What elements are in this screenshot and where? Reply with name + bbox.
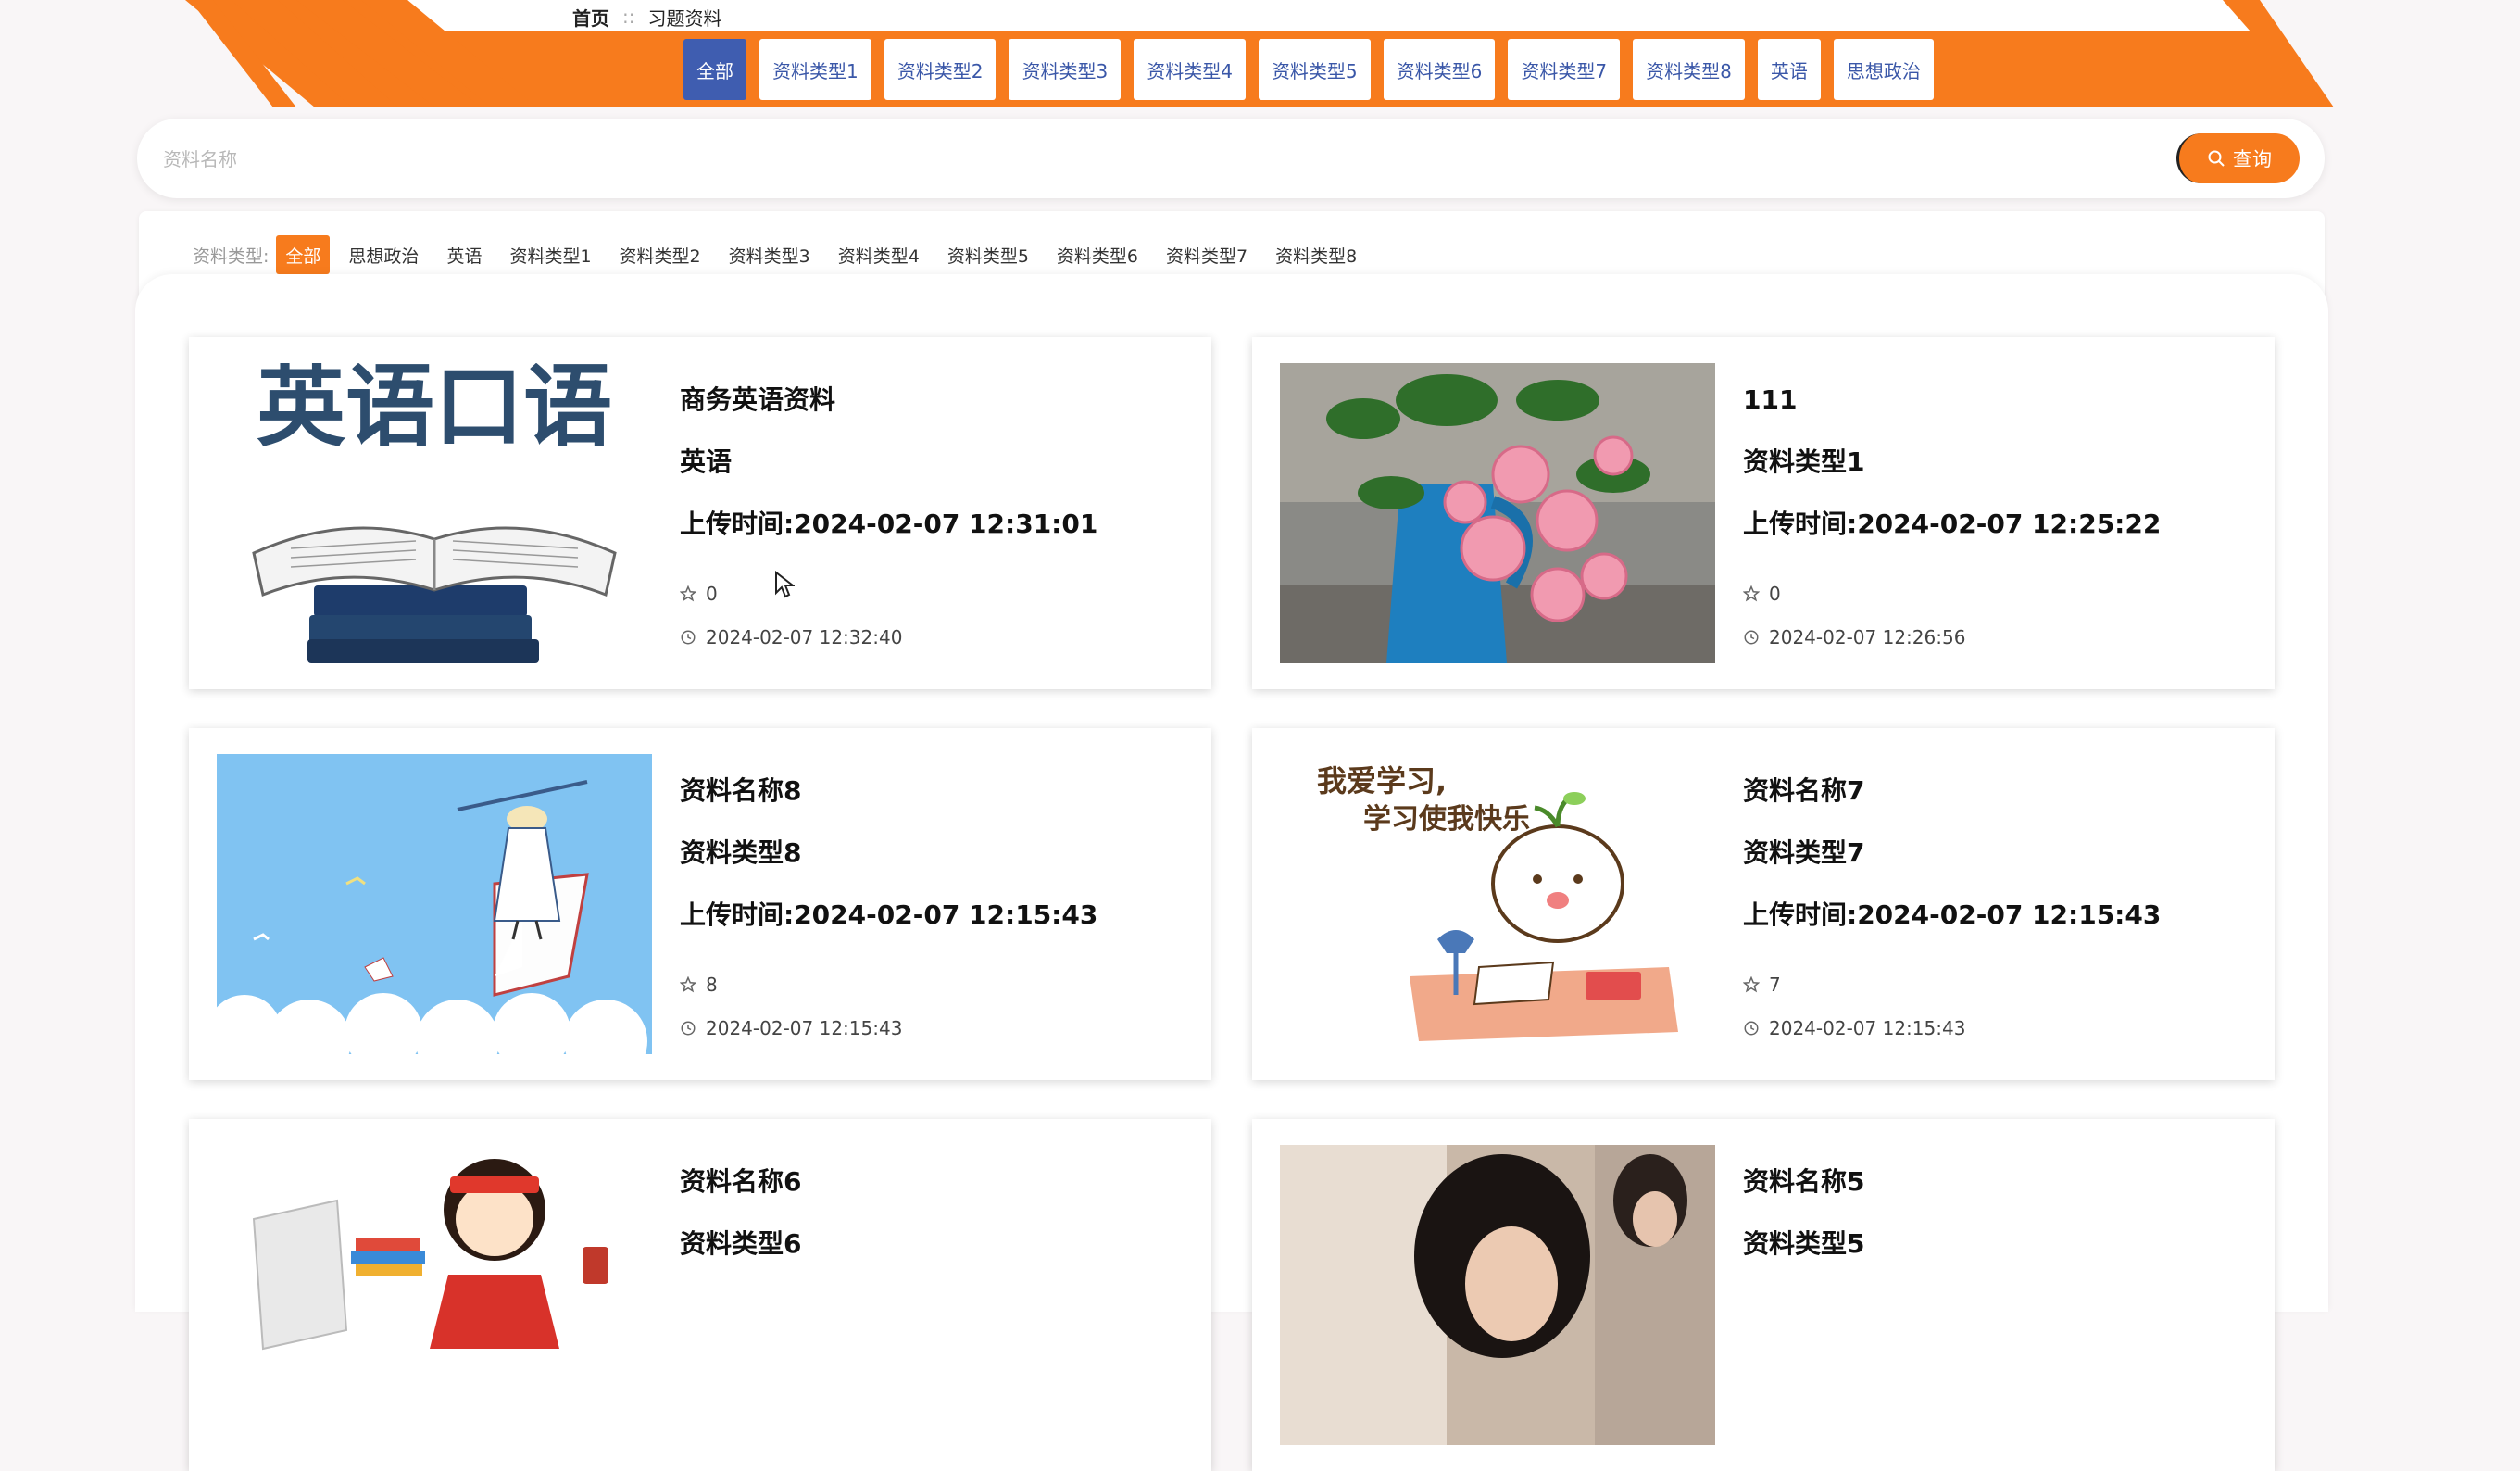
filter-chip-all[interactable]: 全部: [276, 235, 331, 274]
timestamp-value: 2024-02-07 12:32:40: [706, 625, 903, 648]
nav-all[interactable]: 全部: [683, 39, 746, 100]
card-image-roses-vase: [1280, 363, 1715, 663]
star-icon[interactable]: [1743, 585, 1760, 602]
mouse-cursor-icon: [775, 571, 795, 598]
star-icon[interactable]: [680, 975, 696, 993]
card-title[interactable]: 商务英语资料: [680, 385, 1198, 447]
card-timestamp: 2024-02-07 12:32:40: [680, 615, 1198, 659]
card-title[interactable]: 资料名称7: [1743, 776, 2262, 838]
search-button-label: 查询: [2233, 148, 2272, 170]
filter-chip-type-5[interactable]: 资料类型5: [938, 235, 1038, 274]
card-title[interactable]: 111: [1743, 385, 2262, 447]
upload-time-value: 2024-02-07 12:31:01: [794, 509, 1098, 539]
upload-time-value: 2024-02-07 12:15:43: [794, 899, 1098, 930]
card-type: 资料类型1: [1743, 446, 1865, 477]
card-upload-time: 上传时间: 2024-02-07 12:15:43: [680, 900, 1198, 962]
card-image-girl-on-book: [217, 754, 652, 1054]
likes-count: 8: [706, 973, 718, 996]
star-icon[interactable]: [680, 585, 696, 602]
filter-chip-type-4[interactable]: 资料类型4: [829, 235, 929, 274]
nav-type-7[interactable]: 资料类型7: [1508, 39, 1621, 100]
card-timestamp: 2024-02-07 12:26:56: [1743, 615, 2262, 659]
card-likes: 8: [680, 962, 1198, 1006]
card-title[interactable]: 资料名称8: [680, 776, 1198, 838]
likes-count: 0: [706, 582, 718, 605]
resource-card[interactable]: 资料名称5 资料类型5: [1252, 1119, 2275, 1471]
upload-prefix: 上传时间:: [680, 899, 795, 930]
resource-card[interactable]: 111 资料类型1 上传时间: 2024-02-07 12:25:22 0 202…: [1252, 337, 2275, 689]
nav-english[interactable]: 英语: [1757, 39, 1821, 100]
resource-card[interactable]: 英语口语 商务英语资料 英语 上传时间: 2024-02-07 12:31:01 …: [189, 337, 1211, 689]
card-type: 资料类型8: [680, 837, 802, 868]
clock-icon: [681, 630, 696, 644]
search-bar: 查询: [137, 119, 2325, 198]
card-type: 资料类型5: [1743, 1228, 1865, 1259]
card-timestamp: 2024-02-07 12:15:43: [680, 1006, 1198, 1050]
card-image-student-photo: [1280, 1145, 1715, 1445]
search-button[interactable]: 查询: [2176, 133, 2300, 183]
upload-prefix: 上传时间:: [680, 509, 795, 539]
card-title[interactable]: 资料名称6: [680, 1167, 1198, 1229]
resource-card[interactable]: 资料名称6 资料类型6: [189, 1119, 1211, 1471]
nav-type-8[interactable]: 资料类型8: [1633, 39, 1745, 100]
filter-chip-politics[interactable]: 思想政治: [339, 235, 428, 274]
filter-chip-type-6[interactable]: 资料类型6: [1047, 235, 1147, 274]
resource-card[interactable]: 我爱学习, 学习使我快乐 资料名称7 资料类型7 上传时间: 2024-02-07…: [1252, 728, 2275, 1080]
image-slogan-2: 学习使我快乐: [1363, 803, 1530, 836]
clock-icon: [1744, 630, 1759, 644]
timestamp-value: 2024-02-07 12:15:43: [706, 1016, 903, 1039]
likes-count: 7: [1769, 973, 1781, 996]
category-nav: 全部 资料类型1 资料类型2 资料类型3 资料类型4 资料类型5 资料类型6 资…: [683, 39, 1934, 100]
card-timestamp: 2024-02-07 12:15:43: [1743, 1006, 2262, 1050]
nav-type-2[interactable]: 资料类型2: [884, 39, 997, 100]
breadcrumb-home[interactable]: 首页: [572, 4, 609, 31]
filter-chip-english[interactable]: 英语: [437, 235, 491, 274]
nav-type-6[interactable]: 资料类型6: [1383, 39, 1496, 100]
clock-icon: [681, 1021, 696, 1035]
timestamp-value: 2024-02-07 12:15:43: [1769, 1016, 1966, 1039]
card-image-book-english: 英语口语: [217, 363, 652, 663]
card-upload-time: 上传时间: 2024-02-07 12:25:22: [1743, 509, 2262, 572]
nav-type-5[interactable]: 资料类型5: [1258, 39, 1371, 100]
search-icon: [2208, 150, 2225, 167]
breadcrumb-current: 习题资料: [647, 6, 722, 30]
image-slogan-1: 我爱学习,: [1317, 763, 1447, 798]
card-type: 资料类型6: [680, 1228, 802, 1259]
timestamp-value: 2024-02-07 12:26:56: [1769, 625, 1966, 648]
search-input[interactable]: [161, 137, 2202, 182]
breadcrumb: 首页 :: 习题资料: [572, 2, 721, 31]
card-title[interactable]: 资料名称5: [1743, 1167, 2262, 1229]
nav-politics[interactable]: 思想政治: [1833, 39, 1934, 100]
card-image-cartoon-girl-books: [217, 1145, 652, 1445]
star-icon[interactable]: [1743, 975, 1760, 993]
upload-time-value: 2024-02-07 12:25:22: [1857, 509, 2162, 539]
card-upload-time: 上传时间: 2024-02-07 12:15:43: [1743, 900, 2262, 962]
upload-time-value: 2024-02-07 12:15:43: [1857, 899, 2162, 930]
card-likes: 7: [1743, 962, 2262, 1006]
card-likes: 0: [1743, 572, 2262, 615]
card-image-cartoon-study: 我爱学习, 学习使我快乐: [1280, 754, 1715, 1054]
nav-type-3[interactable]: 资料类型3: [1009, 39, 1122, 100]
card-likes: 0: [680, 572, 1198, 615]
card-upload-time: 上传时间: 2024-02-07 12:31:01: [680, 509, 1198, 572]
filter-chip-type-7[interactable]: 资料类型7: [1157, 235, 1257, 274]
filter-chip-type-8[interactable]: 资料类型8: [1266, 235, 1366, 274]
card-type: 英语: [680, 446, 733, 477]
top-banner: 首页 :: 习题资料 全部 资料类型1 资料类型2 资料类型3 资料类型4 资料…: [0, 0, 2520, 111]
filter-label: 资料类型:: [193, 245, 270, 267]
filter-chip-type-2[interactable]: 资料类型2: [610, 235, 710, 274]
image-title-text: 英语口语: [257, 363, 612, 459]
nav-type-1[interactable]: 资料类型1: [759, 39, 871, 100]
upload-prefix: 上传时间:: [1743, 899, 1858, 930]
resource-card[interactable]: 资料名称8 资料类型8 上传时间: 2024-02-07 12:15:43 8 2…: [189, 728, 1211, 1080]
likes-count: 0: [1769, 582, 1781, 605]
clock-icon: [1744, 1021, 1759, 1035]
upload-prefix: 上传时间:: [1743, 509, 1858, 539]
filter-chip-type-3[interactable]: 资料类型3: [720, 235, 820, 274]
breadcrumb-separator: ::: [622, 6, 635, 28]
card-type: 资料类型7: [1743, 837, 1865, 868]
nav-type-4[interactable]: 资料类型4: [1134, 39, 1246, 100]
filter-chip-type-1[interactable]: 资料类型1: [500, 235, 600, 274]
